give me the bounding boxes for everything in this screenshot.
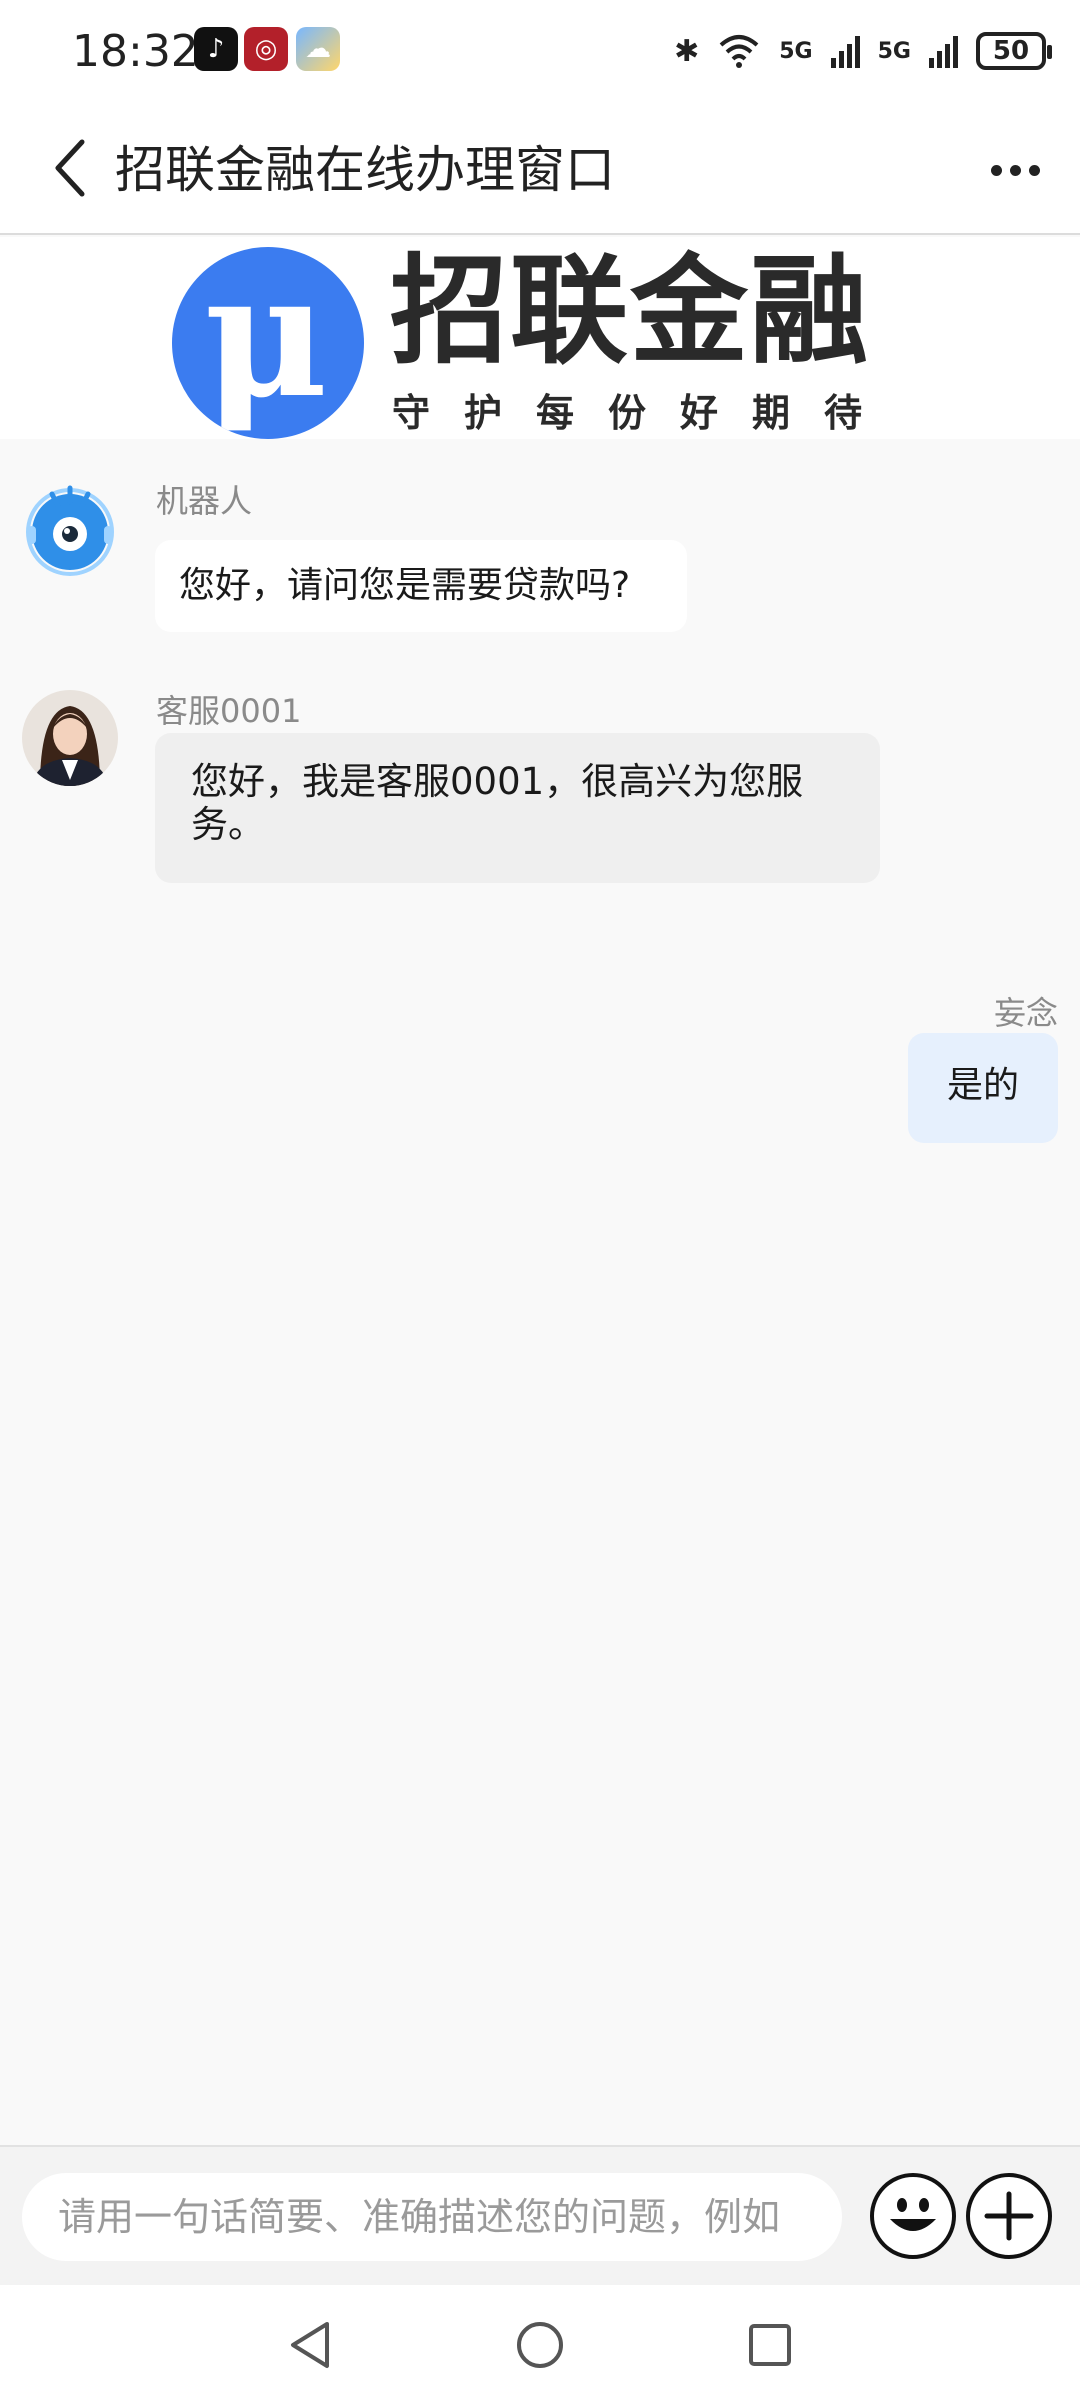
- agent-avatar[interactable]: [22, 690, 118, 786]
- message-bubble[interactable]: 您好，请问您是需要贷款吗?: [155, 540, 687, 632]
- status-indicators: ✱ 5G 5G 50: [674, 26, 1052, 76]
- message-bubble[interactable]: 是的: [908, 1033, 1058, 1143]
- sender-name: 客服0001: [156, 692, 302, 730]
- more-dots-icon[interactable]: [980, 145, 1050, 195]
- message-text: 您好，请问您是需要贷款吗?: [179, 565, 631, 606]
- sender-name: 妄念: [993, 994, 1058, 1032]
- battery-icon: 50: [976, 32, 1052, 70]
- message-input[interactable]: [22, 2173, 842, 2261]
- nav-home-icon[interactable]: [510, 2315, 570, 2375]
- page-title: 招联金融在线办理窗口: [115, 141, 615, 199]
- signal-icon-1: [830, 34, 860, 68]
- nav-recents-icon[interactable]: [740, 2315, 800, 2375]
- brand-logo-icon: μ: [172, 247, 364, 439]
- emoji-button[interactable]: [870, 2173, 956, 2259]
- plus-icon: [984, 2191, 1034, 2241]
- message-text: 您好，我是客服0001，很高兴为您服务。: [191, 760, 804, 846]
- tiktok-icon: ♪: [194, 27, 238, 71]
- smiley-icon: [890, 2198, 936, 2231]
- battery-level: 50: [992, 36, 1030, 66]
- app-header: 招联金融在线办理窗口: [0, 100, 1080, 235]
- sender-name: 机器人: [156, 482, 253, 520]
- message-text: 是的: [946, 1065, 1019, 1106]
- brand-name: 招联金融: [390, 242, 871, 380]
- status-time: 18:32: [72, 26, 199, 77]
- weather-app-icon: ☁: [296, 27, 340, 71]
- nav-back-icon[interactable]: [280, 2315, 340, 2375]
- input-bar: [0, 2145, 1080, 2285]
- bank-app-icon: ◎: [244, 27, 288, 71]
- system-nav-bar: [0, 2285, 1080, 2400]
- robot-avatar[interactable]: [22, 480, 118, 576]
- chat-area[interactable]: 机器人 您好，请问您是需要贷款吗? 客服0001 您好，我是客服0001，很高兴…: [0, 440, 1080, 2145]
- status-bar: 18:32 ♪ ◎ ☁ ✱ 5G 5G 50: [0, 0, 1080, 100]
- network-label-2: 5G: [877, 38, 911, 64]
- add-attachment-button[interactable]: [966, 2173, 1052, 2259]
- bluetooth-icon: ✱: [674, 33, 700, 69]
- brand-banner: μ 招联金融 守护每份好期待: [0, 237, 1080, 439]
- wifi-icon: [719, 35, 759, 68]
- network-label-1: 5G: [779, 38, 813, 64]
- signal-icon-2: [929, 34, 958, 68]
- logo-glyph: μ: [204, 247, 329, 436]
- chevron-left-icon[interactable]: [40, 128, 100, 208]
- brand-slogan: 守护每份好期待: [392, 391, 897, 435]
- message-bubble[interactable]: 您好，我是客服0001，很高兴为您服务。: [155, 733, 880, 883]
